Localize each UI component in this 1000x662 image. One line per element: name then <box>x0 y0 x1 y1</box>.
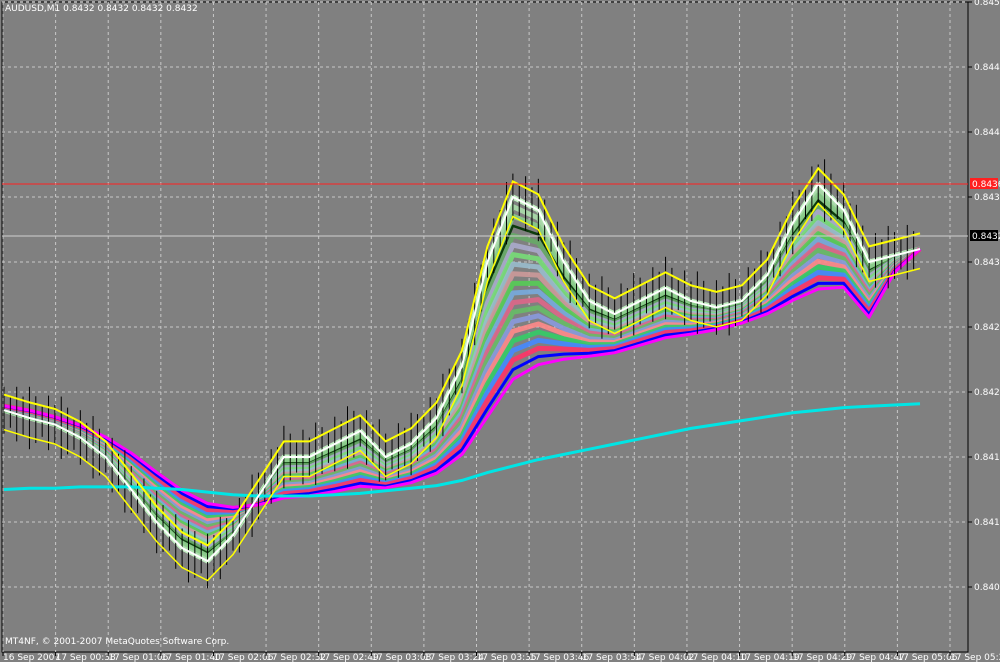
price-chart[interactable]: 0.8436 0.8432 0.8450 0.8445 0.8440 0.8435 0.8… <box>0 0 1000 662</box>
symbol-info: AUDUSD,M1 0.8432 0.8432 0.8432 0.8432 <box>5 4 198 14</box>
time-axis: 16 Sep 200717 Sep 00:3817 Sep 01:0617 Se… <box>2 652 1000 662</box>
x-tick-label: 17 Sep 03:24 <box>424 653 484 662</box>
y-tick-label: 0.8420 <box>974 388 1000 398</box>
copyright-note: MT4NF, © 2001-2007 MetaQuotes Software C… <box>5 637 229 647</box>
x-tick-label: 17 Sep 04:47 <box>845 653 905 662</box>
x-tick-label: 17 Sep 03:35 <box>477 653 537 662</box>
x-tick-label: 17 Sep 01:40 <box>161 653 221 662</box>
x-tick-label: 17 Sep 04:02 <box>634 653 694 662</box>
y-tick-label: 0.8405 <box>974 583 1000 593</box>
x-tick-label: 17 Sep 02:49 <box>319 653 379 662</box>
resistance-price-label: 0.8436 <box>972 180 1000 190</box>
y-tick-label: 0.8440 <box>974 128 1000 138</box>
chart-window: 0.8436 0.8432 0.8450 0.8445 0.8440 0.8435 0.8… <box>0 0 1000 662</box>
current-price-label: 0.8432 <box>972 232 1000 242</box>
x-tick-label: 17 Sep 04:19 <box>740 653 800 662</box>
x-tick-label: 17 Sep 05:22 <box>950 653 1000 662</box>
x-tick-label: 17 Sep 05:06 <box>897 653 957 662</box>
x-tick-label: 17 Sep 01:06 <box>108 653 168 662</box>
x-tick-label: 17 Sep 02:32 <box>266 653 326 662</box>
y-tick-label: 0.8430 <box>974 258 1000 268</box>
y-tick-label: 0.8450 <box>974 0 1000 8</box>
x-tick-label: 17 Sep 04:10 <box>687 653 747 662</box>
y-tick-label: 0.8445 <box>974 63 1000 73</box>
x-tick-label: 16 Sep 2007 <box>3 653 60 662</box>
x-tick-label: 17 Sep 02:06 <box>213 653 273 662</box>
y-tick-label: 0.8425 <box>974 323 1000 333</box>
y-tick-label: 0.8415 <box>974 453 1000 463</box>
x-tick-label: 17 Sep 03:08 <box>371 653 431 662</box>
x-tick-label: 17 Sep 00:38 <box>56 653 116 662</box>
y-tick-label: 0.8435 <box>974 193 1000 203</box>
x-tick-label: 17 Sep 03:54 <box>582 653 642 662</box>
y-tick-label: 0.8410 <box>974 518 1000 528</box>
x-tick-label: 17 Sep 03:46 <box>529 653 589 662</box>
x-tick-label: 17 Sep 04:29 <box>792 653 852 662</box>
